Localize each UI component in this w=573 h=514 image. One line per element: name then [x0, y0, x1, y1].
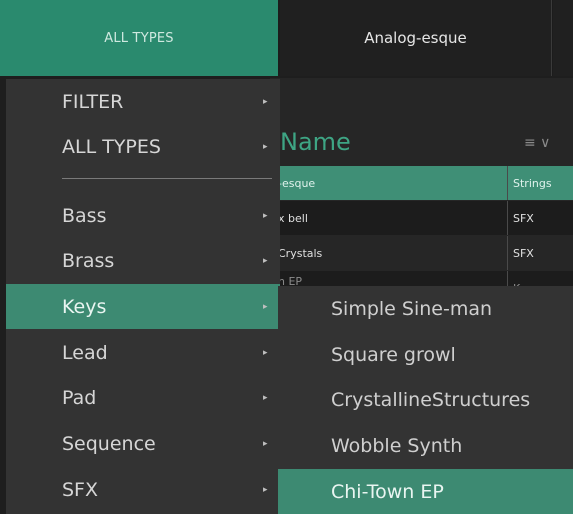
submenu-item-label: CrystallineStructures: [331, 388, 531, 411]
menu-item-label: SFX: [62, 478, 99, 501]
preset-row-name: Crystals: [278, 246, 323, 260]
menu-item-bass[interactable]: Bass ▸: [6, 193, 280, 238]
menu-item-label: FILTER: [62, 90, 124, 113]
preset-row-type: SFX: [507, 236, 573, 270]
menu-item-label: Lead: [62, 341, 108, 364]
menu-item-lead[interactable]: Lead ▸: [6, 330, 280, 375]
preset-row-name: x bell: [278, 211, 308, 225]
submenu-item-simple-sine-man[interactable]: Simple Sine-man: [278, 286, 573, 331]
all-types-tab[interactable]: ALL TYPES: [0, 0, 278, 76]
preset-row-name: -esque: [278, 176, 316, 190]
sort-menu-icon[interactable]: ≡ ∨: [524, 135, 550, 151]
menu-item-pad[interactable]: Pad ▸: [6, 375, 280, 420]
name-column-header[interactable]: Name: [280, 128, 351, 156]
menu-item-label: ALL TYPES: [62, 135, 161, 158]
submenu-arrow-icon: ▸: [263, 347, 268, 358]
menu-item-sequence[interactable]: Sequence ▸: [6, 421, 280, 466]
preset-name-tab[interactable]: Analog-esque: [280, 0, 552, 76]
submenu-item-label: Chi-Town EP: [331, 480, 444, 503]
menu-item-filter[interactable]: FILTER ▸: [6, 79, 280, 124]
menu-item-label: Sequence: [62, 432, 156, 455]
submenu-arrow-icon: ▸: [263, 255, 268, 266]
preset-row-type: SFX: [507, 201, 573, 235]
submenu-arrow-icon: ▸: [263, 96, 268, 107]
submenu-arrow-icon: ▸: [263, 141, 268, 152]
submenu-arrow-icon: ▸: [263, 484, 268, 495]
submenu-arrow-icon: ▸: [263, 438, 268, 449]
submenu-arrow-icon: ▸: [263, 392, 268, 403]
menu-item-all-types[interactable]: ALL TYPES ▸: [6, 124, 280, 169]
submenu-item-square-growl[interactable]: Square growl: [278, 332, 573, 377]
menu-item-label: Brass: [62, 249, 115, 272]
submenu-arrow-icon: ▸: [263, 301, 268, 312]
top-bar: ALL TYPES Analog-esque: [0, 0, 573, 76]
menu-item-label: Pad: [62, 386, 97, 409]
submenu-item-label: Simple Sine-man: [331, 297, 493, 320]
menu-item-label: Bass: [62, 204, 107, 227]
preset-row[interactable]: x bell SFX: [270, 201, 573, 235]
preset-row[interactable]: -esque Strings: [270, 166, 573, 200]
submenu-item-label: Square growl: [331, 343, 456, 366]
menu-item-brass[interactable]: Brass ▸: [6, 238, 280, 283]
menu-item-sfx[interactable]: SFX ▸: [6, 467, 280, 512]
submenu-item-crystalline-structures[interactable]: CrystallineStructures: [278, 377, 573, 422]
menu-divider: [62, 178, 272, 179]
submenu-arrow-icon: ▸: [263, 210, 268, 221]
keys-submenu: Simple Sine-man Square growl Crystalline…: [278, 286, 573, 514]
top-bar-extra: [553, 0, 573, 76]
menu-item-keys[interactable]: Keys ▸: [6, 284, 280, 329]
type-dropdown-menu: FILTER ▸ ALL TYPES ▸ Bass ▸ Brass ▸ Keys…: [6, 79, 280, 514]
menu-item-label: Keys: [62, 295, 107, 318]
preset-row[interactable]: Crystals SFX: [270, 236, 573, 270]
submenu-item-label: Wobble Synth: [331, 434, 463, 457]
preset-row-type: Strings: [507, 166, 573, 200]
submenu-item-chi-town-ep[interactable]: Chi-Town EP: [278, 469, 573, 514]
submenu-item-wobble-synth[interactable]: Wobble Synth: [278, 423, 573, 468]
